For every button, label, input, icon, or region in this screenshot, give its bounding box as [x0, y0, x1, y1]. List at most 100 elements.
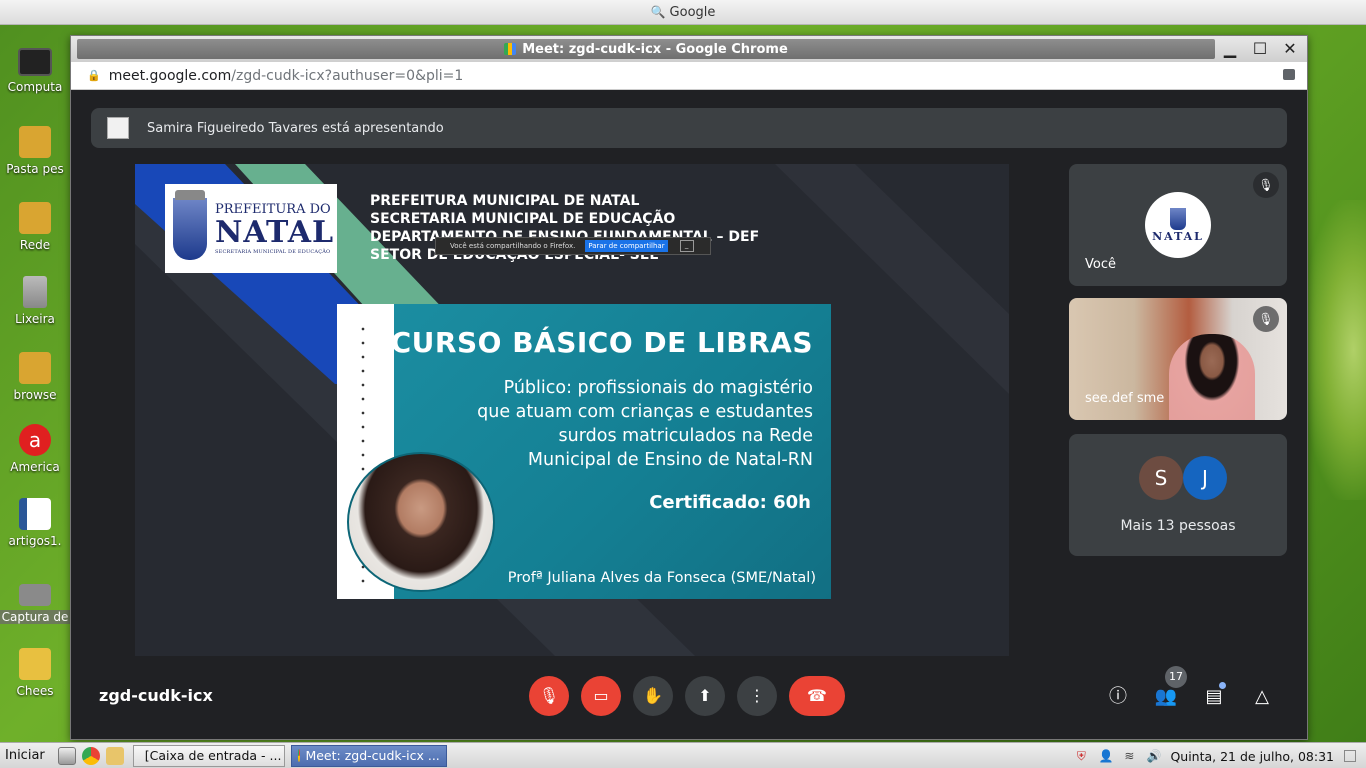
notification-area-icon[interactable]: [1344, 750, 1356, 762]
mic-off-icon: 🎙: [1253, 306, 1279, 332]
task-meet[interactable]: Meet: zgd-cudk-icx ...: [290, 744, 447, 767]
url-host: meet.google.com: [108, 67, 232, 84]
participants-count-badge: 17: [1165, 666, 1187, 688]
os-top-title: Google: [669, 4, 716, 20]
word-document-icon: [19, 498, 51, 530]
participant-tile-self[interactable]: NATAL 🎙 Você: [1069, 164, 1287, 286]
raise-hand-button[interactable]: ✋: [633, 676, 673, 716]
file-manager-icon[interactable]: [105, 746, 124, 765]
mic-off-icon: 🎙: [538, 686, 560, 705]
sharing-notification-text: Você está compartilhando o Firefox.: [450, 242, 576, 250]
chat-notification-dot: [1219, 682, 1226, 689]
user-icon[interactable]: 👤: [1098, 749, 1113, 763]
window-titlebar[interactable]: Meet: zgd-cudk-icx - Google Chrome ▁ ☐ ✕: [71, 36, 1307, 62]
leave-call-button[interactable]: ☎: [789, 676, 845, 716]
minimize-button[interactable]: ▁: [1219, 38, 1241, 60]
camera-icon: [19, 584, 51, 606]
more-vert-icon: ⋮: [749, 686, 765, 705]
wallpaper-leaf-decoration: [1304, 200, 1366, 500]
lock-icon[interactable]: 🔒: [87, 69, 101, 82]
trash-icon: [23, 276, 47, 308]
show-desktop-icon[interactable]: [57, 746, 76, 765]
natal-crest-icon: [173, 189, 207, 260]
os-top-bar: 🔍 Google: [0, 0, 1366, 25]
professor-portrait: [347, 452, 495, 592]
task-gmail[interactable]: [Caixa de entrada - ...: [132, 744, 285, 767]
slide-header-line: PREFEITURA MUNICIPAL DE NATAL: [370, 193, 640, 209]
wifi-icon[interactable]: ≋: [1122, 749, 1136, 763]
camera-toggle-button[interactable]: ▭: [581, 676, 621, 716]
chrome-window: Meet: zgd-cudk-icx - Google Chrome ▁ ☐ ✕…: [70, 35, 1308, 740]
monitor-icon: [18, 48, 52, 76]
microphone-toggle-button[interactable]: 🎙: [529, 676, 569, 716]
presenter-avatar: [107, 117, 129, 139]
sharing-notification: Você está compartilhando o Firefox. Para…: [435, 237, 711, 255]
natal-logo: PREFEITURA DO NATAL SECRETARIA MUNICIPAL…: [165, 184, 337, 273]
start-button[interactable]: Iniciar: [0, 748, 55, 763]
taskbar: Iniciar [Caixa de entrada - ... Meet: zg…: [0, 742, 1366, 768]
course-card: CURSO BÁSICO DE LIBRAS Público: profissi…: [337, 304, 831, 599]
camera-indicator-icon[interactable]: [1283, 69, 1295, 80]
close-button[interactable]: ✕: [1279, 38, 1301, 60]
audience-line: Municipal de Ensino de Natal-RN: [527, 450, 813, 470]
participant-video: [1169, 334, 1255, 420]
self-avatar: NATAL: [1145, 192, 1211, 258]
chrome-icon: [297, 749, 301, 762]
presenting-banner: Samira Figueiredo Tavares está apresenta…: [91, 108, 1287, 148]
desktop-icon-americanas[interactable]: a America: [0, 424, 70, 474]
self-avatar-text: NATAL: [1152, 229, 1204, 243]
camera-off-icon: ▭: [593, 686, 609, 705]
desktop-icon-document[interactable]: artigos1.: [0, 498, 70, 548]
more-options-button[interactable]: ⋮: [737, 676, 777, 716]
task-label: [Caixa de entrada - ...: [144, 748, 282, 763]
desktop-icon-home-folder[interactable]: Pasta pes: [0, 126, 70, 176]
address-bar[interactable]: 🔒 meet.google.com/zgd-cudk-icx?authuser=…: [71, 62, 1307, 90]
chat-icon: ▤: [1205, 686, 1223, 707]
people-icon: 👥: [1154, 686, 1178, 707]
info-icon: ⓘ: [1109, 686, 1127, 707]
participant-avatar: S: [1139, 456, 1183, 500]
volume-icon[interactable]: 🔊: [1146, 749, 1161, 763]
desktop-icon-browse[interactable]: browse: [0, 352, 70, 402]
hide-notification-button[interactable]: _: [679, 240, 694, 252]
desktop-icon-network[interactable]: Rede: [0, 202, 70, 252]
slide-header-line: SECRETARIA MUNICIPAL DE EDUCAÇÃO: [370, 211, 676, 227]
desktop-icon-cheese[interactable]: Chees: [0, 648, 70, 698]
search-icon[interactable]: 🔍: [651, 5, 666, 19]
audience-line: Público: profissionais do magistério: [503, 378, 813, 398]
desktop-icon-trash[interactable]: Lixeira: [0, 276, 70, 326]
meeting-info-button[interactable]: ⓘ: [1103, 682, 1133, 712]
course-audience: Público: profissionais do magistério que…: [433, 376, 813, 472]
maximize-button[interactable]: ☐: [1249, 38, 1271, 60]
shield-icon[interactable]: ⛨: [1074, 749, 1088, 763]
participant-avatar: J: [1183, 456, 1227, 500]
desktop-icon-screenshot[interactable]: Captura de: [0, 578, 70, 624]
americanas-icon: a: [19, 424, 51, 456]
activities-button[interactable]: △: [1247, 682, 1277, 712]
meeting-code: zgd-cudk-icx: [99, 686, 213, 705]
chrome-launcher-icon[interactable]: [81, 746, 100, 765]
stop-sharing-button[interactable]: Parar de compartilhar: [585, 240, 668, 252]
participant-tile-video[interactable]: 🎙 see.def sme: [1069, 298, 1287, 420]
present-button[interactable]: ⬆: [685, 676, 725, 716]
system-tray: ⛨ 👤 ≋ 🔊 Quinta, 21 de julho, 08:31: [1074, 743, 1356, 768]
course-certificate: Certificado: 60h: [649, 492, 811, 513]
present-screen-icon: ⬆: [698, 686, 712, 705]
mic-off-icon: 🎙: [1253, 172, 1279, 198]
activities-icon: △: [1255, 686, 1269, 707]
more-participants-label: Mais 13 pessoas: [1120, 518, 1236, 534]
clock[interactable]: Quinta, 21 de julho, 08:31: [1170, 749, 1334, 764]
audience-line: que atuam com crianças e estudantes: [477, 402, 813, 422]
shared-screen: PREFEITURA DO NATAL SECRETARIA MUNICIPAL…: [135, 164, 1009, 656]
task-label: Meet: zgd-cudk-icx ...: [305, 748, 440, 763]
logo-line-2: NATAL: [215, 215, 335, 250]
meet-favicon-icon: [504, 43, 517, 55]
desktop-icon-computer[interactable]: Computa: [0, 48, 70, 94]
url-path: /zgd-cudk-icx?authuser=0&pli=1: [231, 67, 464, 84]
participant-name: Você: [1085, 257, 1116, 272]
participant-tile-more[interactable]: S J Mais 13 pessoas: [1069, 434, 1287, 556]
logo-line-3: SECRETARIA MUNICIPAL DE EDUCAÇÃO: [215, 249, 331, 255]
hand-icon: ✋: [643, 686, 663, 705]
participant-name: see.def sme: [1085, 391, 1165, 406]
course-title: CURSO BÁSICO DE LIBRAS: [390, 326, 813, 359]
